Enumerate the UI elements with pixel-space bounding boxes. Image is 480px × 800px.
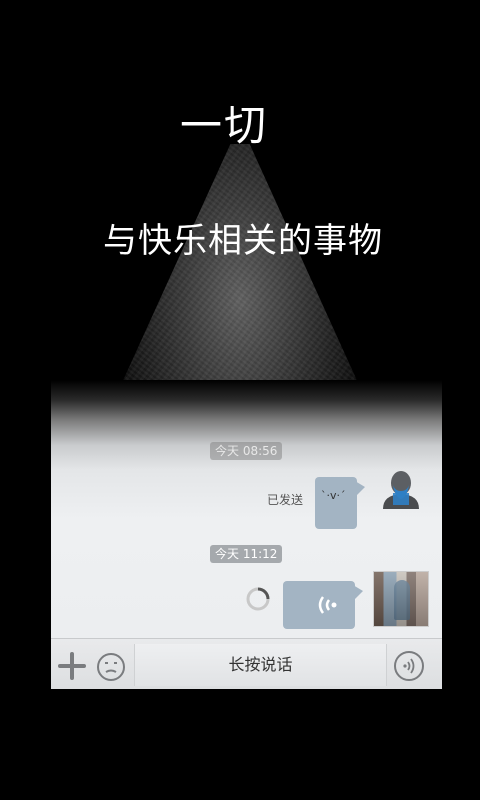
hold-to-talk-button[interactable]: 长按说话: [134, 644, 387, 686]
voice-wave-icon[interactable]: [393, 650, 425, 682]
emoji-icon[interactable]: [95, 651, 127, 683]
timestamp-badge: 今天 11:12: [210, 545, 283, 563]
avatar-icon: [383, 471, 419, 509]
avatar-photo-shade: [374, 572, 428, 626]
voice-message-bubble[interactable]: [283, 581, 363, 629]
chat-preview: 今天 08:56 已发送 `·v·´ 今天 11:12 长按说话: [51, 380, 442, 689]
message-status: 已发送: [267, 493, 304, 507]
page-title: 一切: [180, 101, 269, 150]
message-bubble[interactable]: `·v·´: [315, 477, 365, 529]
screen: 一切 与快乐相关的事物 今天 08:56 已发送 `·v·´ 今天 11:12: [0, 0, 480, 800]
avatar[interactable]: [379, 467, 423, 515]
timestamp-badge: 今天 08:56: [210, 442, 283, 460]
plus-icon[interactable]: [57, 651, 87, 681]
voice-wave-icon: [318, 596, 337, 614]
avatar[interactable]: [373, 571, 429, 627]
message-text: `·v·´: [321, 489, 346, 502]
loading-spinner-icon: [246, 587, 270, 611]
page-subtitle: 与快乐相关的事物: [103, 221, 383, 261]
chat-input-bar: 长按说话: [51, 638, 442, 689]
